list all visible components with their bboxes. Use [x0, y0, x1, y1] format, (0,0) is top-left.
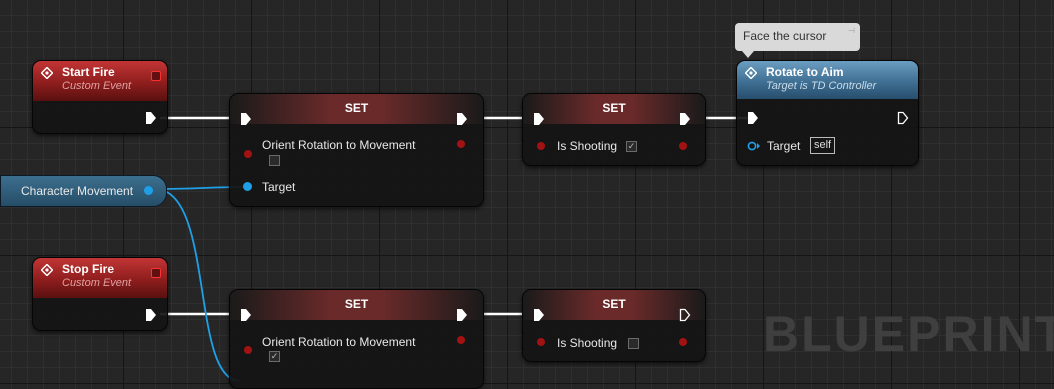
pin-icon[interactable]: ⊣: [848, 26, 855, 35]
bool-in-pin[interactable]: [537, 142, 545, 150]
comment-pointer: [742, 51, 754, 58]
node-title: Stop Fire: [62, 262, 115, 276]
exec-out-pin[interactable]: [145, 308, 157, 322]
set-shooting-node-bottom[interactable]: SET Is Shooting: [522, 289, 706, 362]
exec-in-pin[interactable]: [533, 308, 545, 322]
node-header: Rotate to Aim Target is TD Controller: [737, 61, 918, 99]
node-header: Start Fire Custom Event: [33, 61, 167, 101]
shooting-checkbox[interactable]: [628, 338, 639, 349]
node-header: SET: [523, 290, 705, 320]
stop-fire-node[interactable]: Stop Fire Custom Event: [32, 257, 168, 331]
exec-in-pin[interactable]: [533, 112, 545, 126]
function-icon: [745, 67, 757, 79]
node-header: SET: [230, 94, 483, 124]
blueprint-watermark: BLUEPRINT: [763, 306, 1054, 362]
object-in-pin[interactable]: [747, 141, 761, 151]
exec-in-pin[interactable]: [747, 111, 759, 125]
character-movement-variable[interactable]: Character Movement: [0, 175, 167, 207]
exec-in-pin[interactable]: [240, 308, 252, 322]
node-header: SET: [523, 94, 705, 124]
object-out-pin[interactable]: [144, 186, 153, 195]
node-title: SET: [344, 297, 369, 311]
pin-label: Orient Rotation to Movement: [262, 335, 416, 349]
node-header: SET: [230, 290, 483, 320]
orient-checkbox[interactable]: ✓: [269, 351, 280, 362]
node-subtitle: Custom Event: [62, 277, 132, 289]
node-title: SET: [344, 101, 369, 115]
node-title: Rotate to Aim: [766, 65, 844, 79]
bool-out-pin[interactable]: [457, 140, 465, 148]
object-in-pin[interactable]: [243, 182, 252, 191]
pin-label: Target: [262, 180, 296, 194]
node-header: Stop Fire Custom Event: [33, 258, 167, 298]
pin-label: Is Shooting: [557, 336, 618, 350]
exec-out-pin[interactable]: [897, 111, 909, 125]
bool-out-pin[interactable]: [457, 336, 465, 344]
event-icon: [41, 264, 53, 276]
exec-out-pin[interactable]: [679, 308, 691, 322]
node-subtitle: Target is TD Controller: [766, 80, 877, 92]
rotate-to-aim-node[interactable]: Rotate to Aim Target is TD Controller Ta…: [736, 60, 919, 166]
exec-out-pin[interactable]: [145, 111, 157, 125]
delegate-pin[interactable]: [151, 71, 161, 81]
target-value-field[interactable]: self: [810, 137, 836, 154]
exec-out-pin[interactable]: [679, 112, 691, 126]
pin-label: Target: [767, 139, 801, 153]
start-fire-node[interactable]: Start Fire Custom Event: [32, 60, 168, 134]
comment-text: Face the cursor: [743, 29, 827, 43]
exec-out-pin[interactable]: [456, 308, 468, 322]
delegate-pin[interactable]: [151, 268, 161, 278]
set-orient-node-bottom[interactable]: SET Orient Rotation to Movement ✓: [229, 289, 484, 389]
bool-out-pin[interactable]: [679, 142, 687, 150]
exec-in-pin[interactable]: [240, 112, 252, 126]
node-title: SET: [602, 297, 626, 311]
pin-label: Is Shooting: [557, 139, 618, 153]
event-icon: [41, 67, 53, 79]
bool-in-pin[interactable]: [537, 338, 545, 346]
node-title: Start Fire: [62, 65, 115, 79]
exec-out-pin[interactable]: [456, 112, 468, 126]
bool-out-pin[interactable]: [679, 338, 687, 346]
node-subtitle: Custom Event: [62, 80, 132, 92]
bool-in-pin[interactable]: [244, 346, 252, 354]
set-shooting-node-top[interactable]: SET Is Shooting ✓: [522, 93, 706, 166]
variable-label: Character Movement: [21, 184, 134, 198]
bool-in-pin[interactable]: [244, 150, 252, 158]
orient-checkbox[interactable]: [269, 155, 280, 166]
shooting-checkbox[interactable]: ✓: [626, 141, 637, 152]
set-orient-node-top[interactable]: SET Orient Rotation to Movement Target: [229, 93, 484, 207]
pin-label: Orient Rotation to Movement: [262, 138, 416, 152]
node-title: SET: [602, 101, 626, 115]
comment-bubble[interactable]: Face the cursor ⊣: [735, 23, 860, 51]
